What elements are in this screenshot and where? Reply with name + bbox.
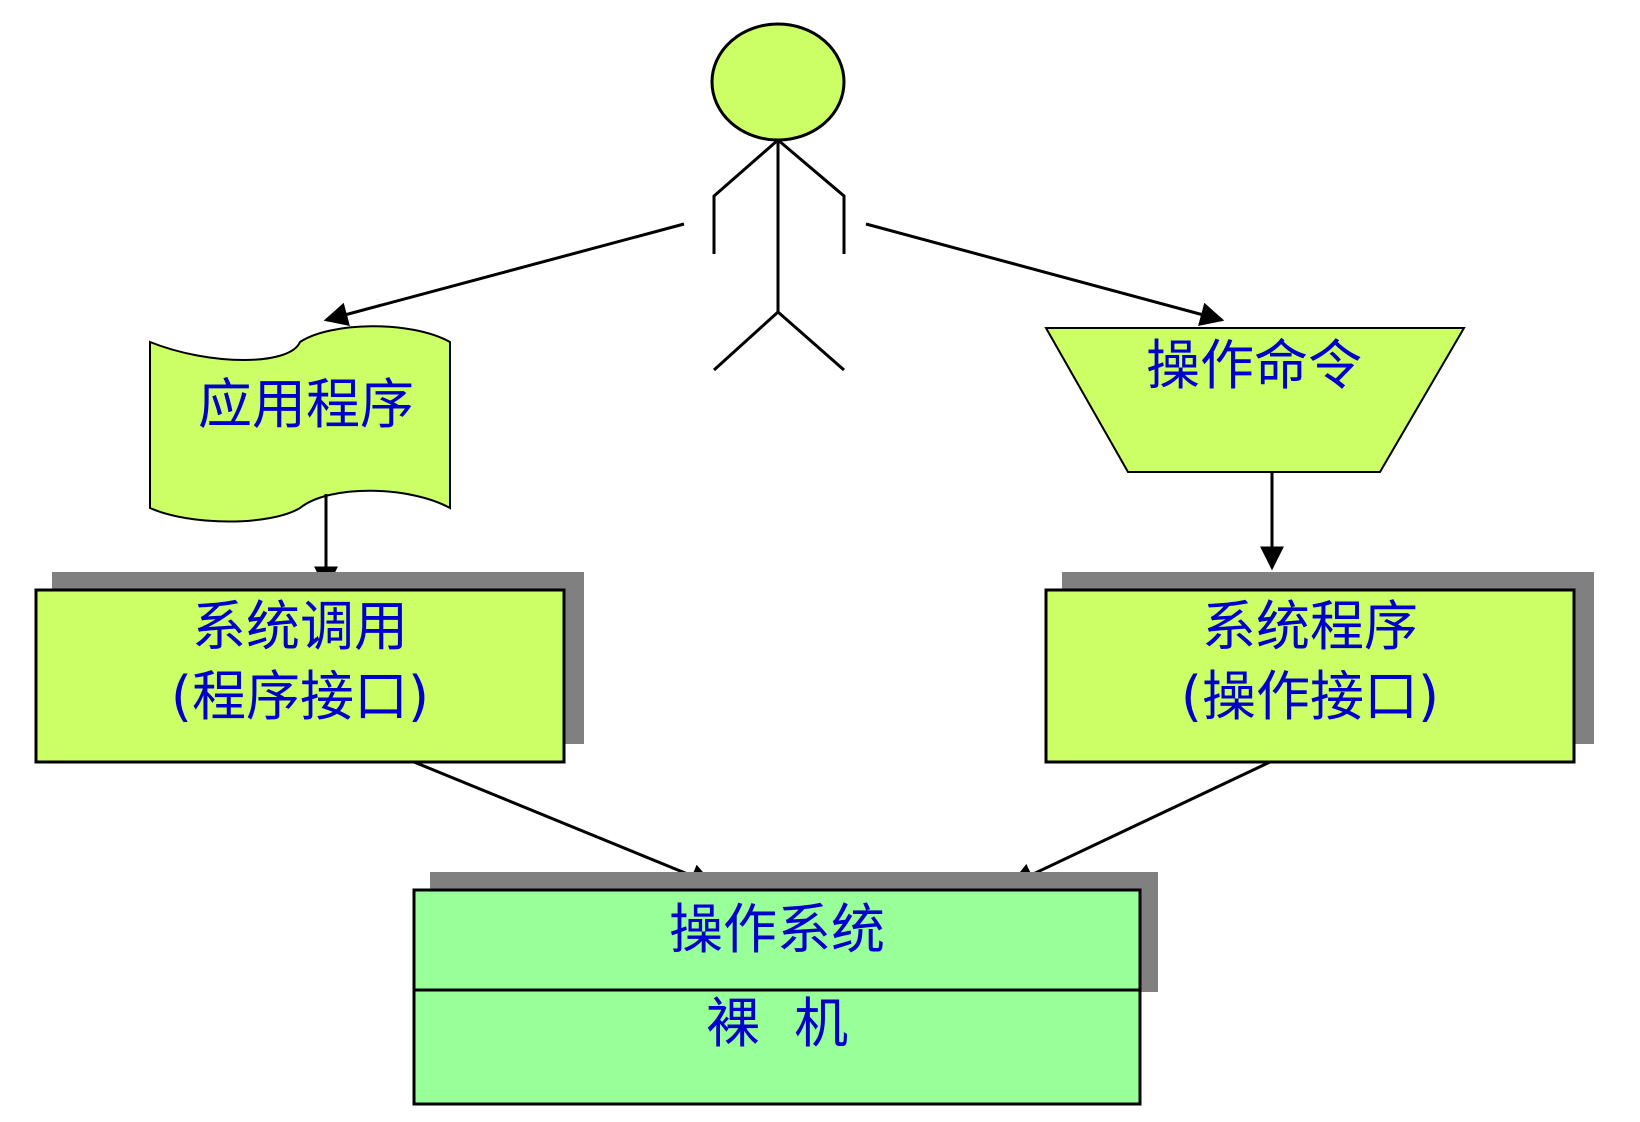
system-call-line2: (程序接口) bbox=[171, 665, 429, 728]
user-head bbox=[710, 22, 846, 142]
arrow-user-to-app-program bbox=[323, 222, 685, 326]
arrow-system-program-to-os bbox=[1009, 760, 1271, 886]
user-left-leg bbox=[712, 310, 780, 372]
user-left-arm bbox=[712, 138, 779, 254]
app-program-label: 应用程序 bbox=[198, 373, 414, 436]
app-program-node: 应用程序 bbox=[149, 325, 451, 523]
user-right-leg bbox=[777, 310, 845, 372]
arrow-user-to-operation-command bbox=[865, 222, 1225, 326]
system-program-line2: (操作接口) bbox=[1181, 665, 1439, 728]
operating-system-label: 操作系统 bbox=[669, 898, 885, 961]
operation-command-node: 操作命令 bbox=[1044, 327, 1466, 473]
os-interface-diagram: 应用程序 操作命令 系统调用 (程序接口) 系统程序 (操作接口) 操作系统 裸… bbox=[34, 22, 1594, 1106]
arrow-system-call-to-os bbox=[413, 760, 715, 887]
user-figure-icon bbox=[710, 22, 846, 372]
operation-command-label: 操作命令 bbox=[1146, 334, 1362, 397]
user-right-arm bbox=[777, 138, 846, 254]
system-program-node: 系统程序 (操作接口) bbox=[1044, 572, 1594, 764]
system-program-line1: 系统程序 bbox=[1202, 595, 1418, 658]
os-stack-node: 操作系统 裸 机 bbox=[412, 872, 1158, 1106]
bare-machine-label: 裸 机 bbox=[706, 992, 848, 1055]
system-call-node: 系统调用 (程序接口) bbox=[34, 572, 584, 764]
system-call-line1: 系统调用 bbox=[192, 595, 408, 658]
